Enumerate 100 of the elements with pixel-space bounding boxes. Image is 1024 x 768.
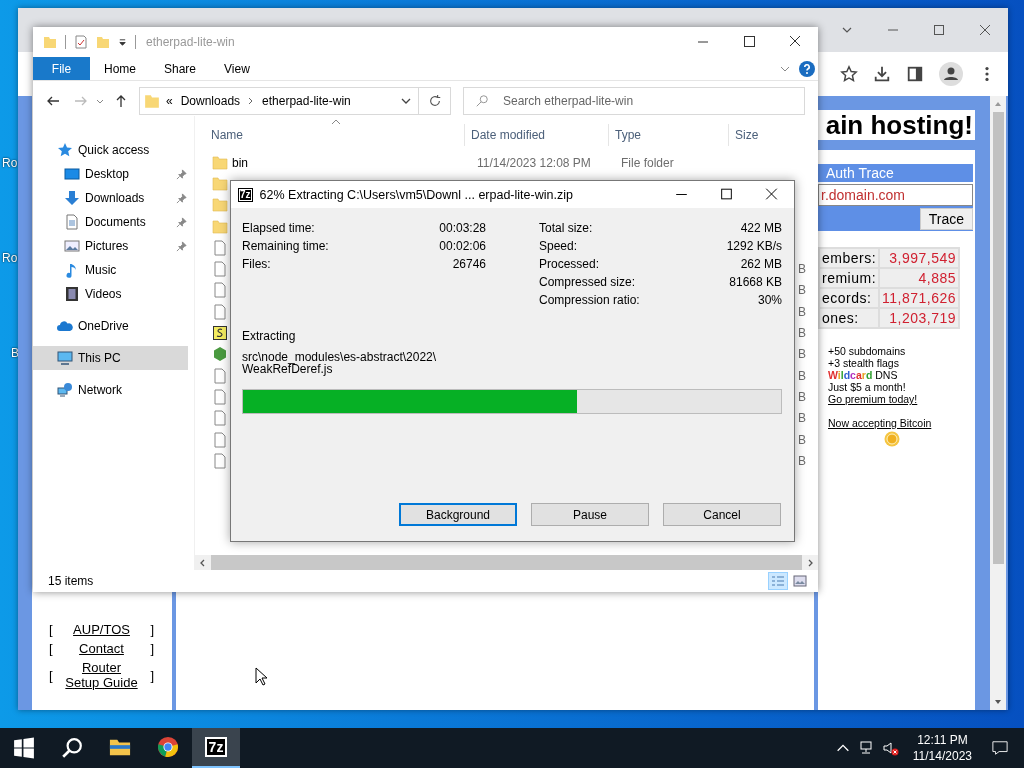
dialog-button[interactable]: Cancel xyxy=(663,503,781,526)
nav-item[interactable]: Music xyxy=(33,258,188,282)
nav-item[interactable]: This PC xyxy=(33,346,188,370)
column-header[interactable]: Size xyxy=(729,124,809,146)
stat-value: 00:03:28 xyxy=(439,221,486,235)
side-panel-icon[interactable] xyxy=(906,65,924,83)
stat-label: Compression ratio: xyxy=(539,293,640,307)
nav-item[interactable]: Videos xyxy=(33,282,188,306)
file-icon[interactable] xyxy=(212,388,228,405)
hexagon-icon[interactable] xyxy=(212,346,228,363)
file-path: WeakRefDeref.js xyxy=(242,363,333,375)
pin-icon[interactable] xyxy=(176,240,187,252)
file-icon[interactable] xyxy=(212,431,228,448)
breadcrumb[interactable]: etherpad-lite-win xyxy=(259,94,354,108)
file-tab[interactable]: File xyxy=(33,57,90,80)
clock[interactable]: 12:11 PM 11/14/2023 xyxy=(912,732,972,764)
bitcoin-link[interactable]: Now accepting Bitcoin xyxy=(828,417,932,429)
scroll-up-icon[interactable] xyxy=(994,100,1002,108)
stat-label: Remaining time: xyxy=(242,239,329,253)
dialog-button[interactable]: Pause xyxy=(531,503,649,526)
premium-link[interactable]: Go premium today! xyxy=(828,393,918,405)
trace-button[interactable]: Trace xyxy=(919,207,973,230)
vertical-scrollbar[interactable] xyxy=(990,96,1006,710)
star-icon xyxy=(57,142,73,158)
size-cell: B xyxy=(798,262,806,277)
nav-item[interactable]: Network xyxy=(33,378,188,402)
file-icon[interactable] xyxy=(212,282,228,299)
bracket: [ xyxy=(49,641,53,656)
scroll-down-icon[interactable] xyxy=(994,698,1002,706)
nav-item[interactable]: Documents xyxy=(33,210,188,234)
nav-item[interactable]: Desktop xyxy=(33,162,188,186)
properties-icon[interactable] xyxy=(74,35,88,49)
file-icon[interactable] xyxy=(212,239,228,256)
help-icon[interactable] xyxy=(799,60,815,77)
nav-item[interactable]: Pictures xyxy=(33,234,188,258)
profile-icon[interactable] xyxy=(939,62,963,86)
breadcrumb[interactable]: Downloads xyxy=(177,94,244,108)
script-file-icon[interactable] xyxy=(212,325,228,341)
folder-icon[interactable] xyxy=(212,218,228,235)
maximize-icon[interactable] xyxy=(933,24,945,36)
size-cell: B xyxy=(798,368,806,383)
footer-link[interactable]: Contact xyxy=(63,641,140,656)
file-icon[interactable] xyxy=(212,367,228,384)
archiver-taskbar-button[interactable]: 7z xyxy=(192,728,240,768)
overflow-chevrons[interactable]: « xyxy=(166,94,173,108)
size-cell: B xyxy=(798,347,806,362)
computer-icon xyxy=(57,350,73,366)
stat-label: Compressed size: xyxy=(539,275,636,289)
folder-icon[interactable] xyxy=(212,197,228,214)
column-header[interactable]: Name xyxy=(205,124,465,146)
pin-icon[interactable] xyxy=(176,216,187,228)
stat-label: Total size: xyxy=(539,221,593,235)
file-icon[interactable] xyxy=(212,303,228,320)
column-header[interactable]: Type xyxy=(609,124,729,146)
size-cell: B xyxy=(798,411,806,426)
file-icon[interactable] xyxy=(212,410,228,427)
scroll-right-icon[interactable] xyxy=(806,558,814,567)
ribbon-tab[interactable]: Home xyxy=(90,57,150,80)
stat-label: Speed: xyxy=(539,239,578,253)
search-icon xyxy=(475,94,489,108)
footer-link[interactable]: AUP/TOS xyxy=(63,622,140,637)
nav-item[interactable]: Downloads xyxy=(33,186,188,210)
search-field[interactable]: Search etherpad-lite-win xyxy=(463,87,805,115)
bracket: ] xyxy=(150,622,154,637)
scroll-left-icon[interactable] xyxy=(199,558,207,567)
network-icon[interactable] xyxy=(858,740,875,756)
dropdown-icon[interactable] xyxy=(118,37,127,47)
file-icon[interactable] xyxy=(212,261,228,278)
size-cell: B xyxy=(798,453,806,468)
stat-value: 1,203,719 xyxy=(880,309,959,327)
pin-icon[interactable] xyxy=(176,192,187,204)
footer-link[interactable]: Router Setup Guide xyxy=(63,660,140,690)
nav-item[interactable]: Quick access xyxy=(33,138,188,162)
search-icon xyxy=(61,737,83,759)
ribbon-tab[interactable]: Share xyxy=(150,57,211,80)
stat-value: 11,871,626 xyxy=(880,289,959,307)
domain-input-field[interactable]: r.domain.com xyxy=(818,184,973,206)
nav-item[interactable]: OneDrive xyxy=(33,314,188,338)
close-icon[interactable] xyxy=(979,24,991,36)
notification-icon[interactable] xyxy=(992,740,1008,756)
size-cell: B xyxy=(798,304,806,319)
file-icon[interactable] xyxy=(212,452,228,469)
panel-title: Auth Trace xyxy=(818,164,973,182)
file-path: src\node_modules\es-abstract\2022\ xyxy=(242,351,438,363)
promo-text: +50 subdomains xyxy=(828,345,907,357)
stat-value: 30% xyxy=(757,293,782,307)
page-heading: ain hosting! xyxy=(818,110,975,140)
horizontal-scrollbar[interactable] xyxy=(195,555,818,570)
volume-muted-icon[interactable] xyxy=(882,740,899,756)
dialog-button[interactable]: Background xyxy=(399,503,517,526)
download-icon[interactable] xyxy=(873,65,891,83)
pin-icon[interactable] xyxy=(176,168,187,180)
tiles-view-button[interactable] xyxy=(790,572,810,590)
refresh-button[interactable] xyxy=(419,87,451,115)
ribbon-tab[interactable]: View xyxy=(210,57,264,80)
star-icon[interactable] xyxy=(840,65,858,83)
address-bar[interactable]: « Downloads etherpad-lite-win xyxy=(139,87,419,115)
sort-caret-icon xyxy=(331,119,341,125)
column-header[interactable]: Date modified xyxy=(465,124,609,146)
bracket: [ xyxy=(49,667,53,683)
